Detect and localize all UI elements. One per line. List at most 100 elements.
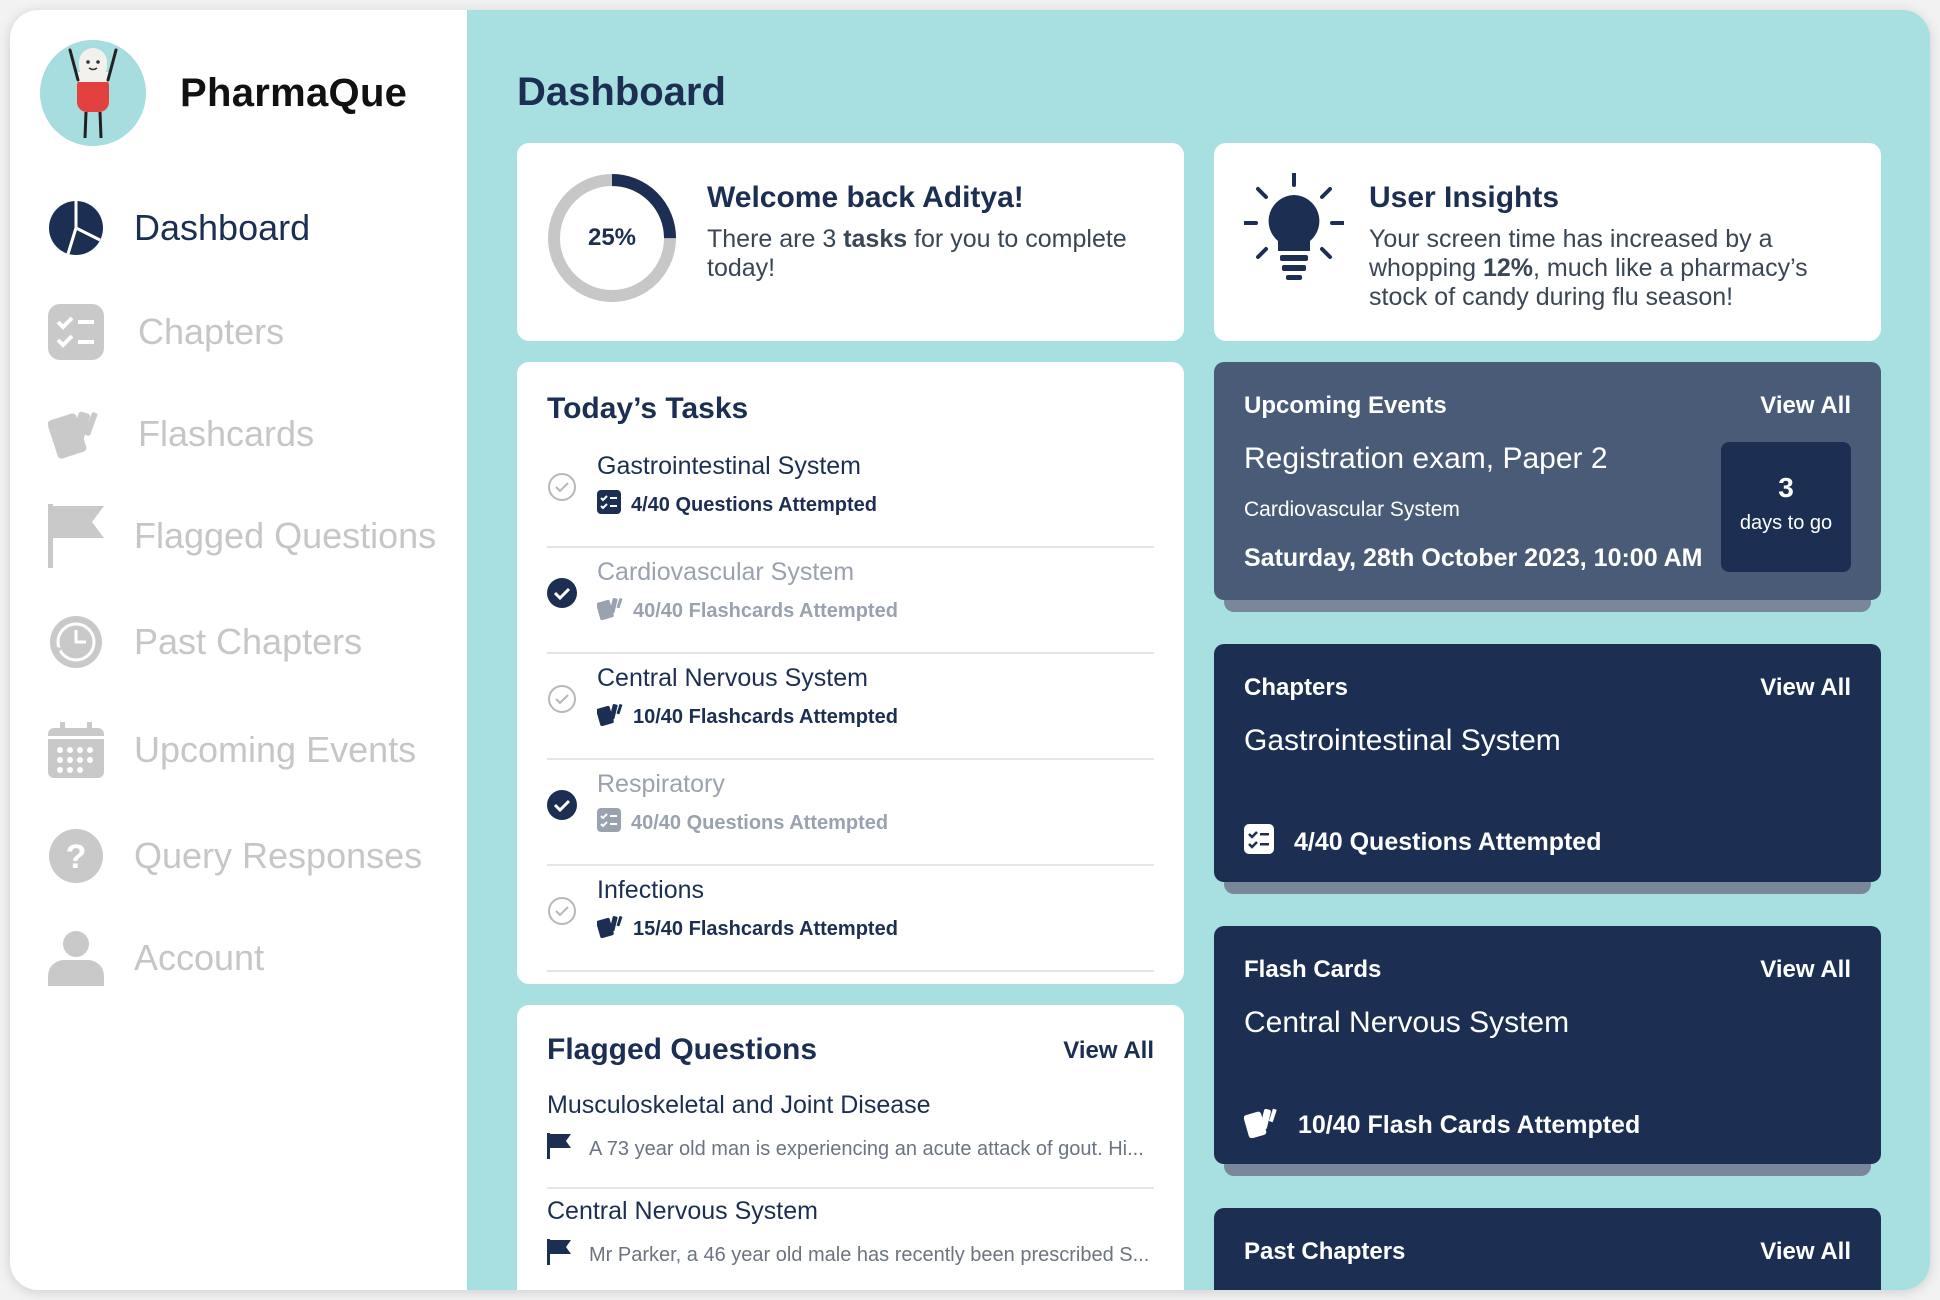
past-chapters-view-all-link[interactable]: View All: [1760, 1238, 1851, 1266]
task-item[interactable]: Respiratory 40/40 Questions Attempted: [547, 760, 1154, 866]
sidebar-item-label: Account: [134, 937, 265, 978]
task-item[interactable]: Gastrointestinal System 4/40 Questions A…: [547, 442, 1154, 548]
sidebar-item-flashcards[interactable]: Flashcards: [48, 406, 436, 462]
calendar-icon: [48, 722, 104, 778]
brand[interactable]: PharmaQue: [40, 40, 407, 146]
flashcard-progress: 10/40 Flash Cards Attempted: [1243, 1106, 1641, 1145]
events-heading: Upcoming Events: [1244, 392, 1447, 419]
insights-title: User Insights: [1369, 181, 1560, 214]
task-item[interactable]: Cardiovascular System 40/40 Flashcards A…: [547, 548, 1154, 654]
sidebar-nav: Dashboard Chapters Flashcards Flagged Qu…: [48, 200, 436, 986]
past-chapters-heading: Past Chapters: [1244, 1238, 1406, 1265]
task-subtitle: 15/40 Flashcards Attempted: [596, 914, 898, 944]
task-sub-label: 40/40 Flashcards Attempted: [633, 599, 898, 622]
flagged-title: Flagged Questions: [547, 1033, 818, 1066]
unchecked-circle-icon[interactable]: [547, 896, 577, 926]
flashcards-view-all-link[interactable]: View All: [1760, 956, 1851, 984]
task-item[interactable]: Central Nervous System 10/40 Flashcards …: [547, 654, 1154, 760]
task-title: Respiratory: [597, 770, 725, 798]
question-icon: ?: [48, 828, 104, 884]
flagged-question-item[interactable]: Musculoskeletal and Joint Disease A 73 y…: [547, 1083, 1154, 1189]
task-sub-label: 10/40 Flashcards Attempted: [633, 705, 898, 728]
sidebar-item-chapters[interactable]: Chapters: [48, 304, 436, 360]
sidebar-item-upcoming-events[interactable]: Upcoming Events: [48, 722, 436, 778]
task-sub-label: 40/40 Questions Attempted: [631, 811, 889, 834]
flag-icon: [547, 1239, 571, 1271]
flag-icon: [48, 504, 104, 568]
chapters-heading: Chapters: [1244, 674, 1349, 701]
upcoming-events-card: Upcoming Events View All Registration ex…: [1214, 362, 1881, 612]
flagged-view-all-link[interactable]: View All: [1063, 1037, 1154, 1065]
days-countdown-badge: 3 days to go: [1721, 442, 1851, 572]
flag-icon: [547, 1133, 571, 1165]
event-title: Registration exam, Paper 2: [1244, 442, 1608, 475]
flash-cards-body: Flash Cards View All Central Nervous Sys…: [1214, 926, 1881, 1164]
brand-name: PharmaQue: [180, 70, 408, 115]
checklist-icon: [597, 808, 621, 838]
task-subtitle: 40/40 Flashcards Attempted: [596, 596, 898, 626]
flashcard-title: Central Nervous System: [1244, 1006, 1570, 1039]
insights-text-bold: 12%: [1482, 254, 1534, 282]
cards-icon: [48, 406, 104, 462]
sidebar-item-label: Flashcards: [138, 413, 315, 454]
task-title: Cardiovascular System: [597, 558, 855, 586]
task-item[interactable]: Infections 15/40 Flashcards Attempted: [547, 866, 1154, 972]
welcome-text-pre: There are 3: [707, 225, 844, 253]
event-date: Saturday, 28th October 2023, 10:00 AM: [1244, 544, 1703, 572]
progress-ring: 25%: [547, 173, 677, 303]
question-preview-text: Mr Parker, a 46 year old male has recent…: [589, 1243, 1150, 1266]
chapter-progress: 4/40 Questions Attempted: [1244, 824, 1601, 861]
checked-circle-icon[interactable]: [547, 790, 577, 820]
chapter-title: Gastrointestinal System: [1244, 724, 1561, 757]
sidebar-item-query-responses[interactable]: ? Query Responses: [48, 828, 436, 884]
question-topic: Central Nervous System: [547, 1197, 818, 1225]
insights-text: Your screen time has increased by a whop…: [1369, 225, 1839, 312]
chapters-card: Chapters View All Gastrointestinal Syste…: [1214, 644, 1881, 894]
days-label: days to go: [1739, 512, 1833, 534]
flagged-question-item[interactable]: Central Nervous System Mr Parker, a 46 y…: [547, 1189, 1154, 1290]
flashcards-heading: Flash Cards: [1244, 956, 1382, 983]
sidebar-item-label: Chapters: [138, 311, 285, 352]
events-view-all-link[interactable]: View All: [1760, 392, 1851, 420]
task-subtitle: 10/40 Flashcards Attempted: [596, 702, 898, 732]
task-title: Infections: [597, 876, 705, 904]
unchecked-circle-icon[interactable]: [547, 684, 577, 714]
sidebar-item-label: Upcoming Events: [134, 729, 417, 770]
task-subtitle: 4/40 Questions Attempted: [597, 490, 877, 520]
sidebar-item-account[interactable]: Account: [48, 930, 436, 986]
welcome-text: There are 3 tasks for you to complete to…: [707, 225, 1147, 283]
checklist-icon: [1244, 824, 1274, 861]
sidebar-item-label: Query Responses: [134, 835, 423, 876]
question-preview: A 73 year old man is experiencing an acu…: [547, 1133, 1144, 1165]
chapter-progress-text: 4/40 Questions Attempted: [1294, 828, 1602, 856]
task-subtitle: 40/40 Questions Attempted: [597, 808, 888, 838]
user-icon: [48, 930, 104, 986]
question-topic: Musculoskeletal and Joint Disease: [547, 1091, 931, 1119]
welcome-text-bold: tasks: [843, 225, 908, 253]
sidebar-item-past-chapters[interactable]: Past Chapters: [48, 614, 436, 670]
task-title: Gastrointestinal System: [597, 452, 861, 480]
event-subtitle: Cardiovascular System: [1244, 498, 1460, 521]
flagged-questions-card: Flagged Questions View All Musculoskelet…: [517, 1005, 1184, 1290]
question-preview-text: A 73 year old man is experiencing an acu…: [589, 1137, 1144, 1160]
task-sub-label: 4/40 Questions Attempted: [631, 493, 877, 516]
sidebar-item-flagged-questions[interactable]: Flagged Questions: [48, 504, 437, 568]
cards-icon: [1243, 1106, 1278, 1145]
checklist-icon: [48, 304, 104, 360]
task-title: Central Nervous System: [597, 664, 868, 692]
cards-icon: [596, 596, 623, 626]
welcome-title: Welcome back Aditya!: [707, 181, 1024, 214]
unchecked-circle-icon[interactable]: [547, 472, 577, 502]
main-content: Dashboard 25% Welcome back Aditya! There…: [467, 10, 1930, 1290]
upcoming-events-body: Upcoming Events View All Registration ex…: [1214, 362, 1881, 600]
flashcard-progress-text: 10/40 Flash Cards Attempted: [1298, 1111, 1641, 1139]
tasks-title: Today’s Tasks: [547, 392, 749, 425]
sidebar: PharmaQue Dashboard Chapters Flashcards: [10, 10, 467, 1290]
checked-circle-icon[interactable]: [547, 578, 577, 608]
sidebar-item-dashboard[interactable]: Dashboard: [48, 200, 436, 256]
user-insights-card: User Insights Your screen time has incre…: [1214, 143, 1881, 341]
sidebar-item-label: Flagged Questions: [134, 515, 437, 556]
chapters-body: Chapters View All Gastrointestinal Syste…: [1214, 644, 1881, 882]
chapters-view-all-link[interactable]: View All: [1760, 674, 1851, 702]
sidebar-item-label: Past Chapters: [134, 621, 363, 662]
